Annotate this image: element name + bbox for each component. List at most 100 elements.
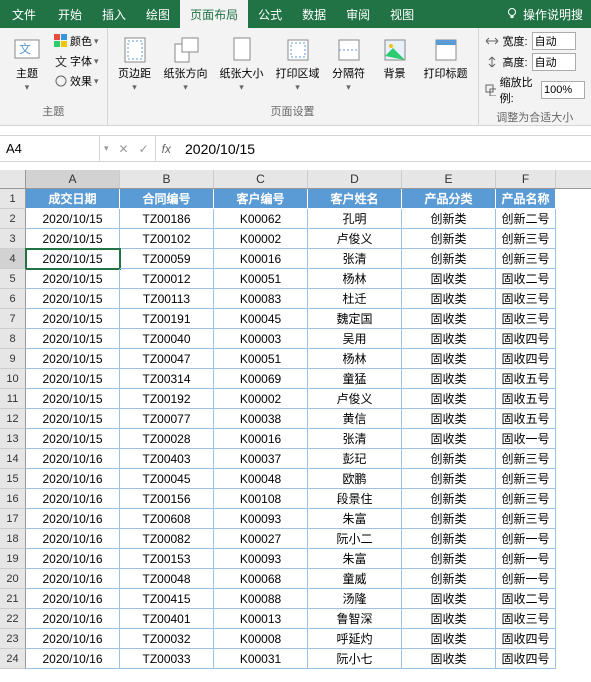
cell[interactable]: K00003 <box>214 329 308 349</box>
cell[interactable]: 2020/10/16 <box>26 509 120 529</box>
row-header[interactable]: 8 <box>0 329 26 349</box>
cell[interactable]: 固收类 <box>402 269 496 289</box>
cell[interactable]: TZ00028 <box>120 429 214 449</box>
tab-file[interactable]: 文件 <box>0 0 48 28</box>
cell[interactable]: 2020/10/16 <box>26 569 120 589</box>
cell[interactable]: TZ00077 <box>120 409 214 429</box>
cell[interactable]: 固收类 <box>402 349 496 369</box>
cell[interactable]: TZ00608 <box>120 509 214 529</box>
cell[interactable]: 卢俊义 <box>308 229 402 249</box>
row-header[interactable]: 24 <box>0 649 26 669</box>
cell[interactable]: K00108 <box>214 489 308 509</box>
cell[interactable]: 呼延灼 <box>308 629 402 649</box>
cell[interactable]: TZ00192 <box>120 389 214 409</box>
cell[interactable]: 固收类 <box>402 609 496 629</box>
col-header-D[interactable]: D <box>308 170 402 188</box>
cell[interactable]: 欧鹏 <box>308 469 402 489</box>
cell[interactable]: 创新三号 <box>496 469 556 489</box>
cell[interactable]: 固收五号 <box>496 389 556 409</box>
cell[interactable]: K00016 <box>214 429 308 449</box>
effects-button[interactable]: 效果▾ <box>52 72 101 90</box>
cell[interactable]: 2020/10/15 <box>26 269 120 289</box>
cell[interactable]: 固收三号 <box>496 289 556 309</box>
cell[interactable]: 2020/10/16 <box>26 489 120 509</box>
cell[interactable]: 创新三号 <box>496 509 556 529</box>
tab-home[interactable]: 开始 <box>48 0 92 28</box>
cell[interactable]: 固收五号 <box>496 409 556 429</box>
cell[interactable]: 卢俊义 <box>308 389 402 409</box>
row-header[interactable]: 12 <box>0 409 26 429</box>
cell[interactable]: 2020/10/15 <box>26 289 120 309</box>
cell[interactable]: K00002 <box>214 229 308 249</box>
name-box-dropdown[interactable]: ▾ <box>100 143 113 154</box>
cell[interactable]: K00037 <box>214 449 308 469</box>
row-header[interactable]: 17 <box>0 509 26 529</box>
cell[interactable]: 固收四号 <box>496 349 556 369</box>
cell[interactable]: TZ00012 <box>120 269 214 289</box>
cell[interactable]: 客户编号 <box>214 189 308 209</box>
cell[interactable]: K00027 <box>214 529 308 549</box>
cell[interactable]: 固收二号 <box>496 269 556 289</box>
cell[interactable]: 2020/10/15 <box>26 209 120 229</box>
cell[interactable]: K00068 <box>214 569 308 589</box>
print-area-button[interactable]: 打印区域▾ <box>272 32 324 95</box>
enter-icon[interactable]: ✓ <box>139 142 149 156</box>
cell[interactable]: 2020/10/15 <box>26 329 120 349</box>
cell[interactable]: 2020/10/16 <box>26 629 120 649</box>
row-header[interactable]: 22 <box>0 609 26 629</box>
fx-icon[interactable]: fx <box>156 142 177 156</box>
cell[interactable]: 客户姓名 <box>308 189 402 209</box>
cell[interactable]: 合同编号 <box>120 189 214 209</box>
cell[interactable]: 创新一号 <box>496 529 556 549</box>
cell[interactable]: 固收五号 <box>496 369 556 389</box>
cell[interactable]: 张清 <box>308 429 402 449</box>
cell[interactable]: 创新三号 <box>496 489 556 509</box>
cell[interactable]: K00045 <box>214 309 308 329</box>
cell[interactable]: 固收二号 <box>496 589 556 609</box>
cell[interactable]: 2020/10/16 <box>26 529 120 549</box>
name-box[interactable]: A4 <box>0 136 100 161</box>
cell[interactable]: 朱富 <box>308 549 402 569</box>
cell[interactable]: 创新三号 <box>496 249 556 269</box>
cell[interactable]: 固收类 <box>402 309 496 329</box>
cell[interactable]: TZ00191 <box>120 309 214 329</box>
cell[interactable]: 2020/10/15 <box>26 409 120 429</box>
formula-input[interactable]: 2020/10/15 <box>177 141 591 157</box>
cell[interactable]: 2020/10/16 <box>26 589 120 609</box>
cell[interactable]: 固收类 <box>402 589 496 609</box>
cell[interactable]: TZ00040 <box>120 329 214 349</box>
col-header-A[interactable]: A <box>26 170 120 188</box>
cell[interactable]: K00048 <box>214 469 308 489</box>
cell[interactable]: 吴用 <box>308 329 402 349</box>
cell[interactable]: TZ00033 <box>120 649 214 669</box>
cell[interactable]: K00051 <box>214 269 308 289</box>
cell[interactable]: 2020/10/16 <box>26 469 120 489</box>
cell[interactable]: 2020/10/16 <box>26 449 120 469</box>
cell[interactable]: TZ00059 <box>120 249 214 269</box>
row-header[interactable]: 18 <box>0 529 26 549</box>
row-header[interactable]: 3 <box>0 229 26 249</box>
cell[interactable]: K00062 <box>214 209 308 229</box>
breaks-button[interactable]: 分隔符▾ <box>328 32 370 95</box>
cancel-icon[interactable]: ✕ <box>119 142 129 156</box>
cell[interactable]: 固收类 <box>402 289 496 309</box>
cell[interactable]: K00051 <box>214 349 308 369</box>
cell[interactable]: 产品分类 <box>402 189 496 209</box>
cell[interactable]: 创新类 <box>402 549 496 569</box>
cell[interactable]: 魏定国 <box>308 309 402 329</box>
cell[interactable]: 固收三号 <box>496 609 556 629</box>
row-header[interactable]: 16 <box>0 489 26 509</box>
cell[interactable]: TZ00113 <box>120 289 214 309</box>
cell[interactable]: 鲁智深 <box>308 609 402 629</box>
cell[interactable]: 固收三号 <box>496 309 556 329</box>
col-header-E[interactable]: E <box>402 170 496 188</box>
row-header[interactable]: 2 <box>0 209 26 229</box>
cell[interactable]: 童猛 <box>308 369 402 389</box>
cell[interactable]: 朱富 <box>308 509 402 529</box>
cell[interactable]: TZ00102 <box>120 229 214 249</box>
row-header[interactable]: 1 <box>0 189 26 209</box>
cell[interactable]: 创新一号 <box>496 569 556 589</box>
cell[interactable]: 创新类 <box>402 509 496 529</box>
background-button[interactable]: 背景 <box>374 32 416 82</box>
tab-formulas[interactable]: 公式 <box>248 0 292 28</box>
